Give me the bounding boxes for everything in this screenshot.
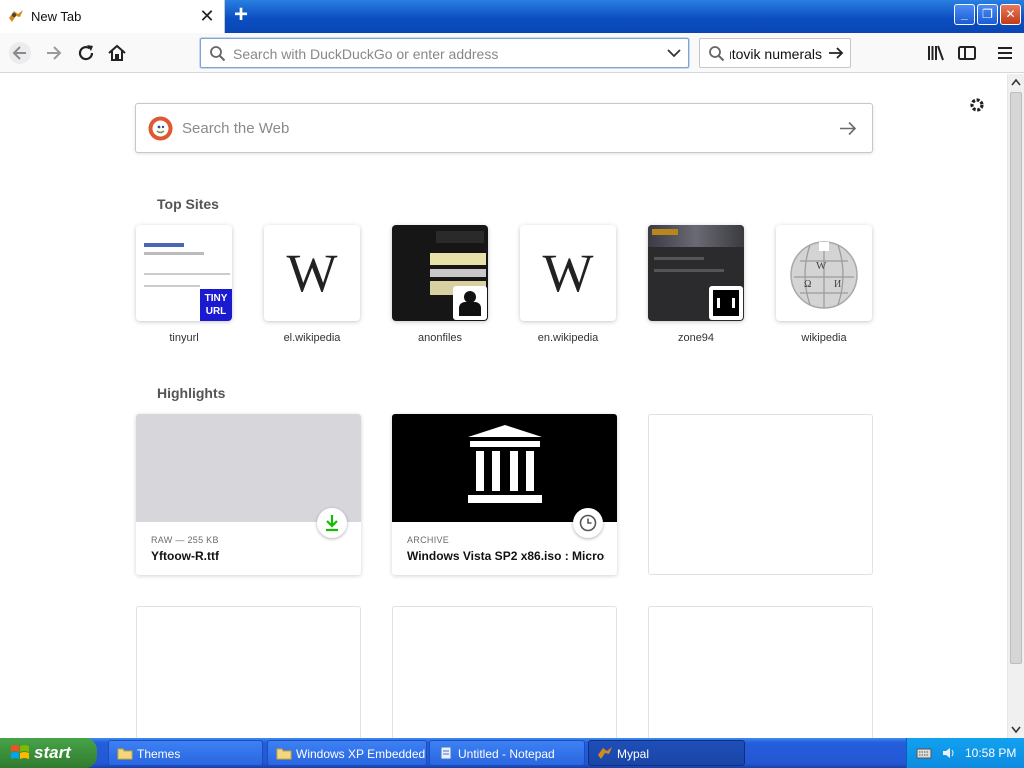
- vertical-scrollbar[interactable]: [1007, 74, 1024, 738]
- top-site-zone94[interactable]: zone94: [648, 225, 744, 344]
- highlight-title: Yftoow-R.ttf: [151, 549, 219, 563]
- menu-icon[interactable]: [993, 41, 1017, 65]
- highlights-heading: Highlights: [157, 385, 226, 401]
- chevron-down-icon[interactable]: [667, 48, 681, 58]
- search-icon: [709, 46, 725, 62]
- close-window-button[interactable]: ✕: [1000, 4, 1021, 25]
- wikipedia-globe-icon: W Ω И: [790, 241, 858, 309]
- folder-icon: [117, 748, 133, 760]
- duckduckgo-logo-icon: [148, 116, 173, 141]
- task-label: Mypal: [617, 747, 650, 761]
- volume-icon[interactable]: [941, 746, 957, 760]
- library-icon[interactable]: [924, 41, 948, 65]
- scroll-down-icon[interactable]: [1011, 726, 1021, 734]
- task-label: Themes: [137, 747, 181, 761]
- new-tab-button[interactable]: +: [229, 3, 253, 28]
- task-mypal[interactable]: Mypal: [588, 740, 745, 766]
- sidebar-icon[interactable]: [955, 41, 979, 65]
- top-site-label: zone94: [677, 332, 715, 344]
- nav-toolbar: Search with DuckDuckGo or enter address …: [0, 33, 1024, 73]
- highlight-card[interactable]: RAW — 255 KB Yftoow-R.ttf: [136, 414, 361, 575]
- back-icon[interactable]: [8, 41, 32, 65]
- windows-logo-icon: [11, 745, 29, 759]
- gear-icon[interactable]: [967, 95, 987, 115]
- download-badge: [317, 508, 347, 538]
- notepad-icon: [440, 746, 452, 760]
- svg-text:Ω: Ω: [804, 279, 811, 290]
- address-input[interactable]: Search with DuckDuckGo or enter address: [233, 46, 498, 62]
- taskbar: start Themes Windows XP Embedded Untitle…: [0, 738, 1024, 768]
- download-icon: [326, 515, 338, 532]
- folder-icon: [276, 748, 292, 760]
- top-site-label: en.wikipedia: [537, 332, 599, 344]
- top-site-label: wikipedia: [801, 332, 847, 344]
- task-notepad[interactable]: Untitled - Notepad: [429, 740, 585, 766]
- highlight-preview: [136, 414, 361, 522]
- highlight-placeholder: [648, 414, 873, 575]
- restore-button[interactable]: ❐: [977, 4, 998, 25]
- search-bar[interactable]: Cyrillic Glagolitic Kutovik numerals: [699, 38, 851, 68]
- highlight-title: Windows Vista SP2 x86.iso : Microsoft : …: [407, 549, 605, 563]
- top-site-thumbnail: [392, 225, 488, 321]
- anonfiles-logo-icon: [453, 286, 487, 320]
- home-icon[interactable]: [105, 41, 129, 65]
- minimize-button[interactable]: _: [954, 4, 975, 25]
- arrow-right-icon[interactable]: [828, 46, 844, 60]
- web-search-input[interactable]: Search the Web: [182, 120, 289, 137]
- clock-icon: [579, 514, 597, 532]
- task-label: Windows XP Embedded: [296, 747, 426, 761]
- web-search-box[interactable]: Search the Web: [135, 103, 873, 153]
- task-windows-xp-embedded[interactable]: Windows XP Embedded: [267, 740, 427, 766]
- highlight-meta: ARCHIVE: [407, 535, 450, 545]
- top-site-anonfiles[interactable]: anonfiles: [392, 225, 488, 344]
- wikipedia-w-icon: W: [264, 225, 360, 321]
- task-themes[interactable]: Themes: [108, 740, 263, 766]
- top-sites-heading: Top Sites: [157, 196, 219, 212]
- search-input[interactable]: Cyrillic Glagolitic Kutovik numerals: [730, 46, 822, 62]
- tab-new-tab[interactable]: New Tab ✕: [0, 0, 225, 33]
- tinyurl-badge: TINY URL: [200, 289, 232, 321]
- top-site-label: tinyurl: [169, 332, 199, 344]
- start-button[interactable]: start: [0, 738, 97, 768]
- top-site-thumbnail: TINY URL: [136, 225, 232, 321]
- wikipedia-w-icon: W: [520, 225, 616, 321]
- system-tray: 10:58 PM: [906, 738, 1024, 768]
- mypal-icon: [9, 10, 23, 22]
- internet-archive-icon: [468, 425, 542, 503]
- arrow-right-icon[interactable]: [839, 121, 857, 136]
- close-tab-icon[interactable]: ✕: [199, 7, 215, 25]
- reload-icon[interactable]: [74, 41, 98, 65]
- highlight-card[interactable]: ARCHIVE Windows Vista SP2 x86.iso : Micr…: [392, 414, 617, 575]
- svg-text:И: И: [834, 279, 841, 290]
- highlight-meta: RAW — 255 KB: [151, 535, 219, 545]
- mypal-icon: [598, 747, 612, 759]
- forward-icon[interactable]: [42, 41, 66, 65]
- tab-title: New Tab: [31, 9, 82, 24]
- title-bar: New Tab ✕ + _ ❐ ✕: [0, 0, 1024, 33]
- top-site-label: anonfiles: [417, 332, 463, 344]
- clock: 10:58 PM: [965, 746, 1017, 760]
- top-site-wikipedia[interactable]: W Ω И wikipedia: [776, 225, 872, 344]
- search-icon: [210, 46, 226, 62]
- keyboard-icon[interactable]: [916, 747, 932, 759]
- top-site-el-wikipedia[interactable]: W el.wikipedia: [264, 225, 360, 344]
- scroll-up-icon[interactable]: [1011, 78, 1021, 86]
- clock-badge: [573, 508, 603, 538]
- start-label: start: [34, 743, 71, 762]
- top-site-thumbnail: [648, 225, 744, 321]
- task-label: Untitled - Notepad: [458, 747, 555, 761]
- top-site-tinyurl[interactable]: TINY URL tinyurl: [136, 225, 232, 344]
- top-site-thumbnail: W Ω И: [776, 225, 872, 321]
- new-tab-page: Search the Web Top Sites TINY URL tinyur…: [0, 74, 1007, 767]
- address-bar[interactable]: Search with DuckDuckGo or enter address: [200, 38, 689, 68]
- top-site-en-wikipedia[interactable]: W en.wikipedia: [520, 225, 616, 344]
- zone94-logo-icon: [709, 286, 743, 320]
- svg-text:W: W: [816, 260, 827, 272]
- top-site-label: el.wikipedia: [283, 332, 341, 344]
- scrollbar-thumb[interactable]: [1010, 92, 1022, 664]
- highlight-preview: [392, 414, 617, 522]
